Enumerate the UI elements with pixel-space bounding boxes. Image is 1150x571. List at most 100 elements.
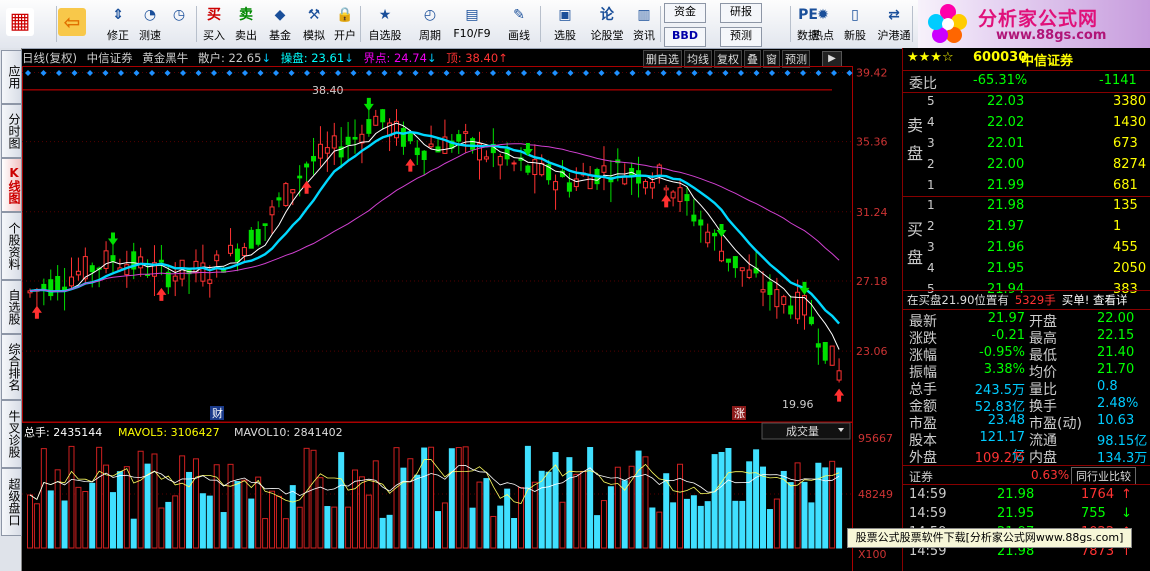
news-button[interactable]: ▥ 资讯 [628, 2, 660, 46]
stock-name: 中信证券 [86, 51, 133, 65]
volume-bar [275, 495, 282, 549]
nav-tab-7[interactable]: 牛叉诊股 [1, 400, 22, 468]
hk-button[interactable]: ⇄ 沪港通 [874, 2, 914, 46]
back-arrow-button[interactable]: ⇦ [58, 2, 86, 46]
volume-bar [594, 515, 601, 549]
candle-body [497, 156, 503, 166]
ask-price[interactable]: 22.00 [987, 157, 1024, 172]
up-down-button[interactable]: ⇕ 修正 [102, 2, 134, 46]
candle-body [767, 281, 773, 295]
event-marker-label[interactable]: 财 [212, 406, 223, 420]
volume-bar [144, 463, 151, 549]
money-button[interactable]: 资金 [664, 3, 706, 23]
nav-tab-3[interactable]: K线图 [1, 158, 22, 212]
buy-button[interactable]: 买买入 [200, 2, 228, 46]
candle-body [110, 255, 116, 262]
logo-url: www.88gs.com [996, 28, 1107, 43]
ask-price[interactable]: 22.02 [987, 115, 1024, 130]
volume-bar [697, 505, 704, 549]
ask-volume: 673 [1113, 136, 1138, 151]
volume-bar [61, 500, 68, 549]
candle-body [525, 165, 531, 173]
scroll-right-icon[interactable]: ▶ [822, 51, 842, 67]
star-button[interactable]: ★ 自选股 [364, 2, 406, 46]
grid-button[interactable]: ▦ [6, 2, 34, 46]
diamond-marker [319, 70, 326, 76]
candle-body [158, 259, 164, 263]
nav-tab-5[interactable]: 自选股 [1, 280, 22, 334]
notice-volume: 5329手 [1014, 293, 1056, 307]
clock-button[interactable]: ◷ [164, 2, 194, 46]
diamond-marker [505, 70, 512, 76]
volume-bar [75, 486, 82, 549]
newstock-label: 新股 [844, 29, 866, 42]
forecast-button[interactable]: 预测 [720, 27, 762, 47]
volume-bar [607, 486, 614, 549]
bid-price[interactable]: 21.95 [987, 261, 1024, 276]
sector-compare-button[interactable]: 同行业比较 [1071, 467, 1136, 485]
divider [903, 290, 1150, 291]
lock-button[interactable]: 🔒 开户 [330, 2, 360, 46]
newstock-button[interactable]: ▯ 新股 [840, 2, 870, 46]
volume-bar [172, 495, 179, 549]
diamond-marker [691, 70, 698, 76]
bid-price[interactable]: 21.97 [987, 219, 1024, 234]
volume-bar [282, 518, 289, 549]
fund-button[interactable]: ◆ 基金 [264, 2, 296, 46]
ask-level: 1 [927, 178, 935, 192]
gauge-icon: ◔ [143, 7, 157, 23]
ask-price[interactable]: 21.99 [987, 178, 1024, 193]
pen-button[interactable]: ✎ 画线 [498, 2, 540, 46]
big-order-notice[interactable]: 在买盘21.90位置有 5329手 买单! 查看详 [907, 292, 1133, 308]
volume-bar [766, 509, 773, 549]
ask-price[interactable]: 22.01 [987, 136, 1024, 151]
volume-bar [787, 482, 794, 549]
bid-level: 4 [927, 261, 935, 275]
volume-bar [435, 511, 441, 549]
candle-body [269, 206, 275, 216]
bid-price[interactable]: 21.96 [987, 240, 1024, 255]
candle-body [732, 256, 738, 269]
quote-panel: ★★★☆ 600030 中信证券 委比 -65.31% -1141 卖盘 5 22.03 3… [902, 48, 1150, 571]
nav-tab-6[interactable]: 综合排名 [1, 334, 22, 400]
ask-price[interactable]: 22.03 [987, 94, 1024, 109]
volume-tick-label: 48249 [858, 488, 893, 501]
volume-bar [33, 503, 40, 549]
event-marker-label[interactable]: 涨 [734, 407, 745, 420]
nav-tab-2[interactable]: 分时图 [1, 104, 22, 158]
gauge-button[interactable]: ◔ 测速 [134, 2, 166, 46]
report-button[interactable]: 研报 [720, 3, 762, 23]
forum-button[interactable]: 论论股堂 [588, 2, 626, 46]
hot-button[interactable]: ✹ 热点 [808, 2, 838, 46]
bbd-button[interactable]: BBD [664, 27, 706, 47]
stat-label: 内盘 [1029, 450, 1057, 466]
diamond-marker [118, 70, 124, 76]
kline-chart[interactable]: 39.42 35.36 31.24 27.18 23.06 38.40 19.96 财 涨总手:… [22, 66, 902, 571]
volume-bar [241, 479, 248, 549]
period-button[interactable]: ◴ 周期 [410, 2, 450, 46]
notice-link[interactable]: 买单! 查看详 [1062, 293, 1128, 307]
period-label[interactable]: 日线(复权) [22, 51, 77, 65]
diamond-marker [195, 70, 202, 76]
sell-button[interactable]: 卖卖出 [232, 2, 260, 46]
filter-button[interactable]: ▣ 选股 [546, 2, 584, 46]
nav-tab-4[interactable]: 个股资料 [1, 212, 22, 280]
f10-button[interactable]: ▤ F10/F9 [452, 2, 492, 46]
nav-tab-8[interactable]: 超级盘口 [1, 468, 22, 536]
low-label: 19.96 [782, 398, 814, 411]
divider [903, 484, 1150, 485]
volume-bar [296, 506, 303, 549]
nav-tab-1[interactable]: 应用 [1, 50, 22, 104]
newstock-icon: ▯ [851, 7, 859, 23]
volume-bar [269, 490, 276, 549]
bid-price[interactable]: 21.98 [987, 198, 1024, 213]
volume-bar [677, 463, 684, 549]
indicator-name[interactable]: 黄金黑牛 [142, 51, 188, 65]
candle-body [428, 143, 434, 148]
candle-body [836, 370, 842, 381]
volume-bar [517, 487, 524, 549]
candle-body [331, 135, 337, 149]
hammer-button[interactable]: ⚒ 模拟 [298, 2, 330, 46]
diamond-marker [164, 70, 171, 76]
diamond-marker [211, 70, 217, 76]
